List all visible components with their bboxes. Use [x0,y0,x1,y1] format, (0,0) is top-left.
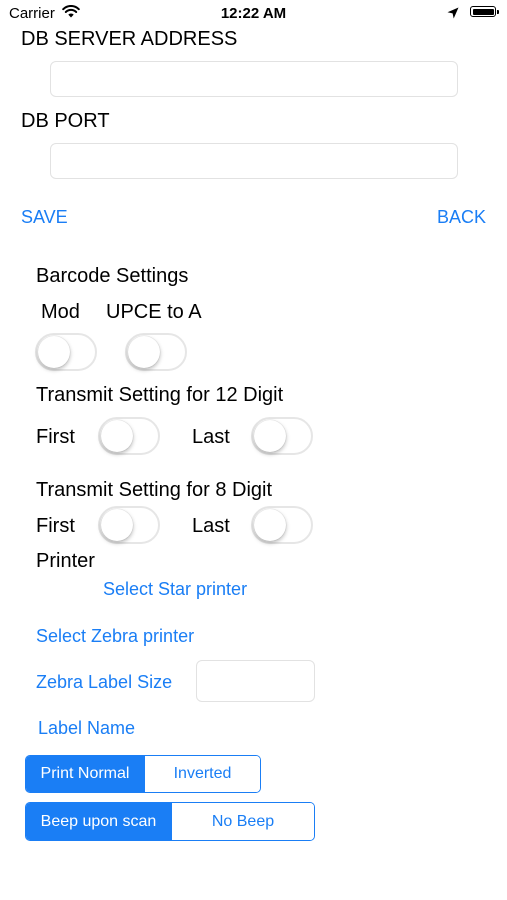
transmit-12-last-toggle[interactable] [251,417,313,455]
beep-mode-segmented-control: Beep upon scan No Beep [25,802,315,841]
no-beep-segment[interactable]: No Beep [171,803,314,840]
transmit-12-first-toggle[interactable] [98,417,160,455]
transmit-12-first-label: First [36,426,75,448]
transmit-8-last-toggle[interactable] [251,506,313,544]
transmit-8-first-label: First [36,515,75,537]
transmit-8-last-label: Last [192,515,230,537]
db-port-input[interactable] [50,143,458,179]
location-arrow-icon [447,6,459,24]
zebra-label-size-label: Zebra Label Size [36,672,173,692]
transmit-12-last-label: Last [192,426,230,448]
status-time: 12:22 AM [220,5,287,22]
toggle-knob [254,420,286,452]
select-star-printer-button[interactable]: Select Star printer [103,579,247,600]
toggle-knob [254,509,286,541]
label-name-button[interactable]: Label Name [38,718,135,739]
toggle-knob [101,420,133,452]
upce-toggle[interactable] [125,333,187,371]
db-server-label: DB SERVER ADDRESS [21,28,238,50]
select-zebra-printer-button[interactable]: Select Zebra printer [36,626,194,647]
toggle-knob [38,336,70,368]
db-port-label: DB PORT [21,110,110,132]
barcode-settings-title: Barcode Settings [36,265,189,287]
mod-toggle[interactable] [35,333,97,371]
mod-label: Mod [41,301,80,323]
toggle-knob [101,509,133,541]
print-mode-segmented-control: Print Normal Inverted [25,755,261,793]
upce-label: UPCE to A [106,301,202,323]
inverted-segment[interactable]: Inverted [144,756,260,792]
zebra-label-size-input[interactable] [196,660,315,702]
save-button[interactable]: SAVE [21,207,68,228]
transmit-8-first-toggle[interactable] [98,506,160,544]
transmit-8-title: Transmit Setting for 8 Digit [36,479,273,501]
print-normal-segment[interactable]: Print Normal [26,756,144,792]
printer-title: Printer [36,550,95,572]
toggle-knob [128,336,160,368]
db-server-input[interactable] [50,61,458,97]
beep-upon-scan-segment[interactable]: Beep upon scan [26,803,171,840]
transmit-12-title: Transmit Setting for 12 Digit [36,384,284,406]
back-button[interactable]: BACK [437,207,486,228]
battery-icon [470,6,499,17]
